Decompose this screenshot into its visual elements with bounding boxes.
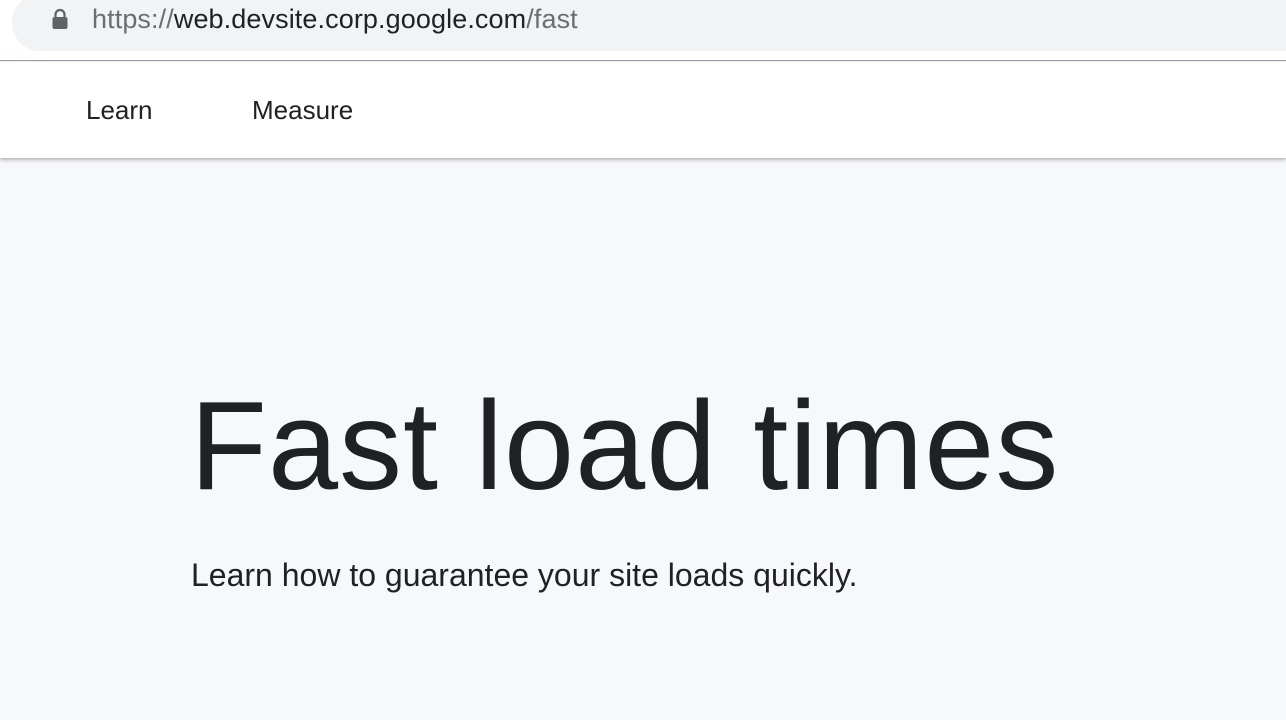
url-scheme: https:// — [92, 4, 174, 34]
hero-section: Fast load times Learn how to guarantee y… — [0, 158, 1286, 720]
lock-icon — [52, 8, 68, 29]
url-text[interactable]: https://web.devsite.corp.google.com/fast — [92, 2, 578, 36]
site-nav: Learn Measure — [0, 62, 1286, 158]
page-title: Fast load times — [190, 375, 1060, 516]
nav-link-learn[interactable]: Learn — [86, 93, 153, 127]
url-path: /fast — [526, 4, 578, 34]
browser-address-bar: https://web.devsite.corp.google.com/fast — [0, 0, 1286, 61]
url-host: web.devsite.corp.google.com — [173, 4, 527, 34]
omnibox[interactable]: https://web.devsite.corp.google.com/fast — [12, 0, 1286, 51]
page-subtitle: Learn how to guarantee your site loads q… — [191, 557, 858, 593]
nav-link-measure[interactable]: Measure — [252, 93, 353, 127]
